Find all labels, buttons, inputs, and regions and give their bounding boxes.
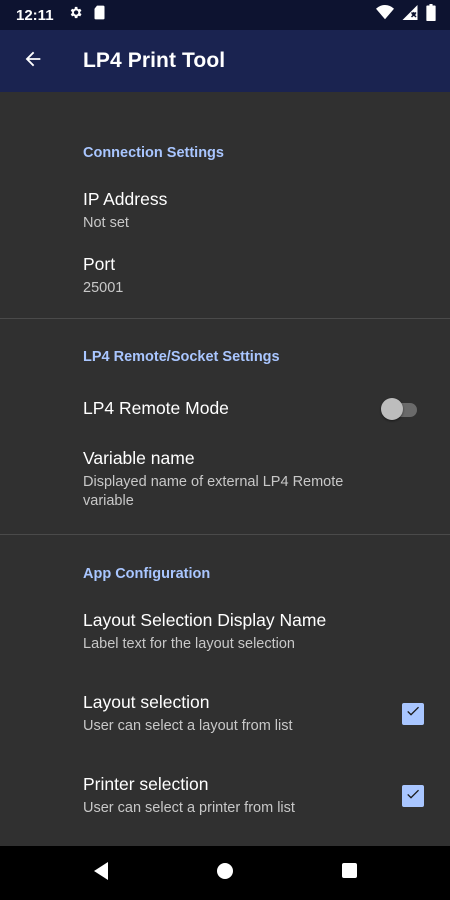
signal-icon — [402, 5, 418, 25]
back-button[interactable] — [0, 30, 66, 92]
category-title: Connection Settings — [83, 145, 224, 161]
status-bar: 12:11 — [0, 0, 450, 30]
pref-title: Variable name — [83, 448, 195, 468]
remote-mode-switch[interactable] — [381, 397, 419, 420]
page-title: LP4 Print Tool — [83, 49, 226, 72]
pref-port[interactable]: Port 25001 — [0, 252, 450, 318]
category-title: App Configuration — [83, 566, 211, 582]
category-remote: LP4 Remote/Socket Settings — [0, 319, 450, 374]
gear-icon — [68, 5, 83, 25]
pref-title: Port — [83, 254, 116, 274]
arrow-back-icon — [22, 48, 44, 75]
pref-summary: User can select a layout from list — [83, 717, 293, 734]
category-connection: Connection Settings — [0, 92, 450, 170]
nav-home-button[interactable] — [163, 846, 287, 900]
switch-thumb — [381, 398, 403, 420]
pref-printer-selection[interactable]: Printer selection User can select a prin… — [0, 755, 450, 837]
app-bar: LP4 Print Tool — [0, 30, 450, 92]
pref-layout-selection[interactable]: Layout selection User can select a layou… — [0, 672, 450, 755]
home-circle-icon — [216, 862, 234, 885]
pref-summary: Displayed name of external LP4 Remote va… — [83, 474, 344, 509]
settings-list[interactable]: Connection Settings IP Address Not set P… — [0, 92, 450, 846]
pref-title: Layout selection — [83, 691, 210, 712]
pref-title: Printer selection — [83, 774, 209, 794]
system-nav-bar — [0, 846, 450, 900]
nav-recents-button[interactable] — [287, 846, 411, 900]
pref-summary: User can select a printer from list — [83, 800, 295, 816]
pref-remote-mode[interactable]: LP4 Remote Mode — [0, 374, 450, 442]
back-triangle-icon — [92, 861, 110, 886]
status-time: 12:11 — [16, 6, 54, 24]
pref-title: LP4 Remote Mode — [83, 397, 229, 418]
pref-layout-display-name[interactable]: Layout Selection Display Name Label text… — [0, 591, 450, 672]
pref-variable-name[interactable]: Variable name Displayed name of external… — [0, 442, 450, 534]
pref-ip-address[interactable]: IP Address Not set — [0, 170, 450, 252]
pref-summary: Label text for the layout selection — [83, 635, 295, 652]
battery-icon — [426, 4, 436, 26]
recents-square-icon — [341, 862, 358, 884]
pref-title: Layout Selection Display Name — [83, 609, 327, 630]
checkmark-icon — [405, 786, 421, 807]
pref-summary: 25001 — [83, 280, 124, 296]
nav-back-button[interactable] — [39, 846, 163, 900]
pref-title: IP Address — [83, 189, 168, 209]
sd-card-icon — [93, 5, 106, 25]
wifi-icon — [376, 5, 394, 25]
layout-selection-checkbox[interactable] — [402, 702, 424, 725]
category-title: LP4 Remote/Socket Settings — [83, 349, 280, 365]
category-app-config: App Configuration — [0, 535, 450, 591]
checkmark-icon — [405, 703, 421, 724]
pref-summary: Not set — [83, 215, 129, 231]
printer-selection-checkbox[interactable] — [402, 785, 424, 807]
